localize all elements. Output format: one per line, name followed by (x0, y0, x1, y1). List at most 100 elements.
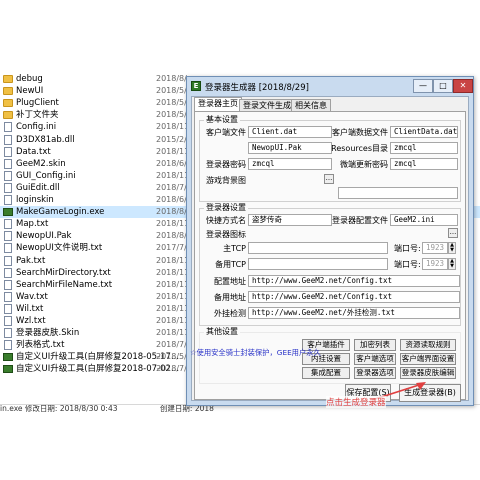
client-ui-settings-button[interactable]: 客户端界面设置 (400, 353, 456, 365)
background-browse-button[interactable]: ... (324, 174, 334, 184)
port2-label: 端口号: (394, 260, 421, 269)
file-date: 2018/5/ (156, 110, 187, 120)
status-text: in.exe 修改日期: 2018/8/30 0:43 (0, 404, 118, 413)
basic-settings-group: 基本设置 客户端文件 Client.dat 客户端数据文件 ClientData… (199, 115, 461, 202)
file-name: Wil.txt (16, 303, 44, 314)
encrypt-list-button[interactable]: 加密列表 (354, 339, 396, 351)
micro-update-password-label: 微端更新密码 (340, 160, 388, 169)
file-list-item[interactable]: NewopUI文件说明.txt 2017/7/ (0, 242, 200, 254)
file-date: 2018/11 (156, 316, 190, 325)
file-name: GUI_Config.ini (16, 170, 76, 181)
file-list-item[interactable]: GUI_Config.ini 2018/11 (0, 170, 200, 182)
integrated-config-button[interactable]: 集成配置 (302, 367, 350, 379)
file-icon (4, 170, 12, 181)
file-list-item[interactable]: Pak.txt 2018/11 (0, 255, 200, 267)
login-generator-dialog: E 登录器生成器 [2018/8/29] — □ ✕ 登录器主页 登录文件生成 … (186, 76, 474, 406)
login-icon-label: 登录器图标 (206, 230, 246, 239)
file-name: Pak.txt (16, 255, 46, 266)
file-list-item[interactable]: D3DX81ab.dll 2015/2/ (0, 134, 200, 146)
login-config-file-input[interactable]: GeeM2.ini (390, 214, 458, 226)
port1-input[interactable]: 1923 (422, 242, 448, 254)
file-name: 登录器皮肤.Skin (16, 328, 80, 339)
client-data-file-label: 客户端数据文件 (332, 128, 388, 137)
backup-tcp-input[interactable] (248, 258, 388, 270)
file-list-item[interactable]: Wav.txt 2018/11 (0, 291, 200, 303)
login-options-button[interactable]: 登录器选项 (354, 367, 396, 379)
file-list-item[interactable]: GuiEdit.dll 2018/7/ (0, 182, 200, 194)
file-list-item[interactable]: 自定义UI升级工具(白屏修复2018-05-17... 2018/5/ (0, 351, 200, 363)
file-list-item[interactable]: Config.ini 2018/11 (0, 121, 200, 133)
file-list-item[interactable]: SearchMirFileName.txt 2018/11 (0, 279, 200, 291)
backup-url-input[interactable]: http://www.GeeM2.net/Config.txt (248, 291, 460, 303)
client-file-input[interactable]: Client.dat (248, 126, 332, 138)
main-tcp-input[interactable] (248, 242, 388, 254)
login-skin-edit-button[interactable]: 登录器皮肤编辑 (400, 367, 456, 379)
maximize-button[interactable]: □ (433, 79, 453, 93)
file-icon (4, 231, 12, 242)
folder-icon (3, 75, 13, 83)
file-date: 2018/11 (156, 279, 190, 289)
file-list-item[interactable]: 补丁文件夹 2018/5/ (0, 109, 200, 121)
protection-notice[interactable]: ☆使用安全骑士封装保护，GEE用户永久 (190, 348, 321, 358)
file-date: 2015/2/ (156, 134, 187, 144)
file-list-item[interactable]: NewUI 2018/5/ (0, 85, 200, 97)
file-date: 2018/11 (156, 291, 190, 301)
resources-dir-input[interactable]: zmcql (390, 142, 458, 154)
close-button[interactable]: ✕ (453, 79, 473, 93)
port1-label: 端口号: (394, 244, 421, 253)
client-options-button[interactable]: 客户端选项 (354, 353, 396, 365)
file-name: NewopUI文件说明.txt (16, 243, 103, 254)
file-date: 2018/5/ (156, 352, 187, 362)
file-list-item[interactable]: GeeM2.skin 2018/6/ (0, 158, 200, 170)
file-list-item[interactable]: PlugClient 2018/5/ (0, 97, 200, 109)
app-icon: E (191, 81, 201, 91)
file-icon (4, 195, 12, 205)
file-list-item[interactable]: loginskin 2018/6/ (0, 194, 200, 206)
file-list-item[interactable]: debug 2018/8/ (0, 73, 200, 85)
title-bar[interactable]: E 登录器生成器 [2018/8/29] — □ ✕ (187, 77, 473, 95)
backup-tcp-label: 备用TCP (215, 260, 246, 269)
port2-spinner[interactable]: ▲ ▼ (448, 258, 456, 270)
config-url-input[interactable]: http://www.GeeM2.net/Config.txt (248, 275, 460, 287)
minimize-button[interactable]: — (413, 79, 433, 93)
file-date: 2018/11 (156, 170, 190, 180)
login-settings-title: 登录器设置 (204, 203, 248, 213)
game-background-path-input[interactable] (338, 187, 458, 199)
file-list-item[interactable]: NewopUI.Pak 2018/8/ (0, 230, 200, 242)
file-list-item[interactable]: Wil.txt 2018/11 (0, 303, 200, 315)
tab-login-home[interactable]: 登录器主页 (194, 97, 242, 112)
folder-icon (3, 87, 13, 96)
file-name: Wzl.txt (16, 316, 46, 326)
file-icon (4, 219, 12, 230)
file-icon (4, 122, 12, 133)
resource-read-rules-button[interactable]: 资源读取规则 (400, 339, 456, 351)
file-icon (4, 146, 12, 157)
file-list-item[interactable]: 登录器皮肤.Skin 2018/11 (0, 327, 200, 339)
file-name: loginskin (16, 195, 54, 205)
file-list-item[interactable]: Wzl.txt 2018/11 (0, 315, 200, 327)
file-date: 2018/11 (156, 267, 190, 277)
file-date: 2018/6/ (156, 195, 187, 204)
micro-update-password-input[interactable]: zmcql (390, 158, 458, 170)
plugin-check-label: 外挂检测 (214, 309, 246, 318)
file-list-item[interactable]: Map.txt 2018/11 (0, 218, 200, 230)
file-list-item[interactable]: SearchMirDirectory.txt 2018/11 (0, 267, 200, 279)
login-icon-browse-button[interactable]: ... (448, 228, 458, 238)
file-list-item[interactable]: 自定义UI升级工具(白屏修复2018-07-02... 2018/7/ (0, 363, 200, 375)
file-name: NewopUI.Pak (16, 231, 72, 242)
plugin-check-input[interactable]: http://www.GeeM2.net/外挂检测.txt (248, 307, 460, 319)
file-list-item[interactable]: 列表格式.txt 2018/7/ (0, 339, 200, 351)
newopui-file-input[interactable]: NewopUI.Pak (248, 142, 332, 154)
port1-spinner[interactable]: ▲ ▼ (448, 242, 456, 254)
file-list-item[interactable]: Data.txt 2018/11 (0, 146, 200, 158)
client-data-file-input[interactable]: ClientData.dat (390, 126, 458, 138)
file-date: 2018/11 (156, 328, 190, 338)
login-password-input[interactable]: zmcql (248, 158, 332, 170)
config-url-label: 配置地址 (214, 277, 246, 286)
file-date: 2018/8/ (156, 74, 187, 83)
port2-input[interactable]: 1923 (422, 258, 448, 270)
tab-panel-login-home: 基本设置 客户端文件 Client.dat 客户端数据文件 ClientData… (190, 111, 466, 402)
shortcut-name-input[interactable]: 盗梦传奇 (248, 214, 332, 226)
file-name: GeeM2.skin (16, 158, 66, 169)
file-name: D3DX81ab.dll (16, 134, 75, 145)
